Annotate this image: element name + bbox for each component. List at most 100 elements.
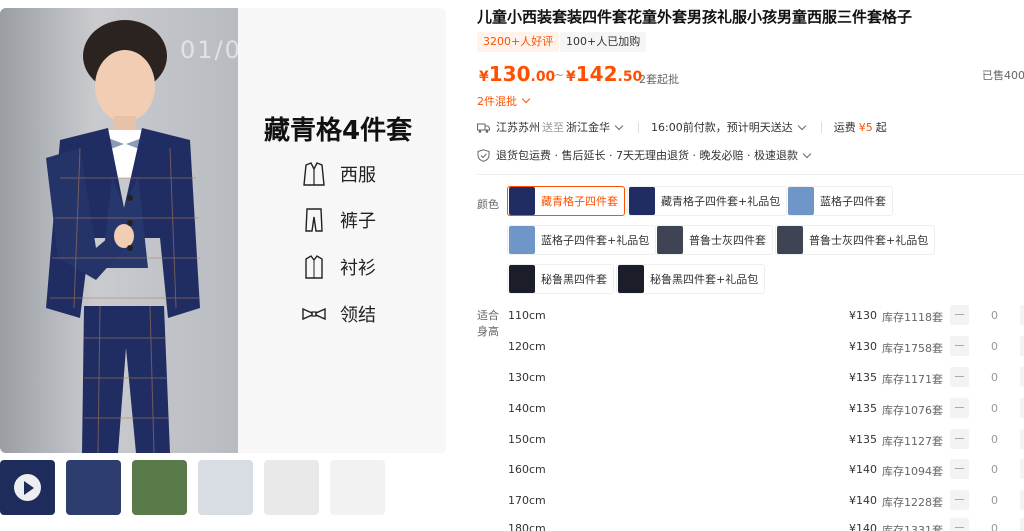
size-value: 170cm [508, 494, 546, 507]
size-row: 150cm ¥135 库存1127套 0 [508, 429, 1024, 451]
shipping-fee-label: 运费 [833, 121, 856, 134]
size-value: 150cm [508, 433, 546, 446]
size-value: 140cm [508, 402, 546, 415]
quantity-input[interactable]: 0 [991, 433, 998, 446]
size-row: 130cm ¥135 库存1171套 0 [508, 367, 1024, 389]
decrease-quantity-button[interactable] [950, 429, 969, 449]
mixed-batch-dropdown[interactable]: 2件混批 [477, 93, 533, 109]
decrease-quantity-button[interactable] [950, 459, 969, 479]
size-stock: 库存1171套 [882, 373, 943, 386]
color-thumbnail [618, 265, 644, 293]
service-guarantees: 退货包运费 · 售后延长 · 7天无理由退货 · 晚发必赔 · 极速退款 [496, 149, 798, 162]
size-row: 160cm ¥140 库存1094套 0 [508, 459, 1024, 481]
decrease-quantity-button[interactable] [950, 490, 969, 510]
color-thumbnail [777, 226, 803, 254]
increase-quantity-button[interactable] [1020, 429, 1024, 449]
decrease-quantity-button[interactable] [950, 336, 969, 356]
quantity-input[interactable]: 0 [991, 522, 998, 531]
color-thumbnail [788, 187, 814, 215]
color-thumbnail [629, 187, 655, 215]
service-row[interactable]: 退货包运费 · 售后延长 · 7天无理由退货 · 晚发必赔 · 极速退款 [477, 147, 814, 163]
decrease-quantity-button[interactable] [950, 518, 969, 531]
quantity-input[interactable]: 0 [991, 402, 998, 415]
thumbnail-image[interactable] [198, 460, 253, 515]
size-price: ¥135 [849, 433, 877, 446]
min-order-quantity: 2套起批 [639, 73, 679, 86]
color-thumbnail [657, 226, 683, 254]
size-stock: 库存1118套 [882, 311, 943, 324]
ship-to-selector[interactable]: 浙江金华 [566, 119, 610, 135]
thumbnail-strip [0, 460, 385, 515]
color-option[interactable]: 普鲁士灰四件套 [655, 225, 773, 255]
increase-quantity-button[interactable] [1020, 490, 1024, 510]
size-value: 180cm [508, 522, 546, 531]
set-item-jacket: 西服 [302, 161, 376, 187]
delivery-estimate[interactable]: 16:00前付款，预计明天送达 [651, 119, 793, 135]
main-product-image[interactable]: 01/01/20 [0, 8, 446, 453]
thumbnail-image[interactable] [330, 460, 385, 515]
size-value: 120cm [508, 340, 546, 353]
quantity-input[interactable]: 0 [991, 371, 998, 384]
decrease-quantity-button[interactable] [950, 398, 969, 418]
color-option[interactable]: 蓝格子四件套+礼品包 [507, 225, 657, 255]
quantity-input[interactable]: 0 [991, 494, 998, 507]
thumbnail-image[interactable] [132, 460, 187, 515]
color-option[interactable]: 蓝格子四件套 [786, 186, 893, 216]
divider [820, 121, 822, 133]
increase-quantity-button[interactable] [1020, 398, 1024, 418]
size-price: ¥140 [849, 522, 877, 531]
color-option[interactable]: 普鲁士灰四件套+礼品包 [775, 225, 936, 255]
price-high: ¥142.50 [566, 62, 643, 86]
sold-count: 已售400 [982, 69, 1024, 82]
set-item-label: 西服 [340, 165, 376, 186]
shipping-fee-suffix: 起 [875, 121, 887, 134]
set-item-label: 领结 [340, 305, 376, 326]
size-value: 160cm [508, 463, 546, 476]
shield-icon [477, 148, 490, 162]
truck-icon [477, 123, 490, 133]
color-option[interactable]: 藏青格子四件套+礼品包 [627, 186, 788, 216]
increase-quantity-button[interactable] [1020, 518, 1024, 531]
thumbnail-image[interactable] [66, 460, 121, 515]
color-thumbnail [509, 265, 535, 293]
size-value: 110cm [508, 309, 546, 322]
ship-from: 江苏苏州 [496, 121, 540, 134]
price-range-separator: ~ [554, 68, 565, 82]
color-thumbnail [509, 226, 535, 254]
color-option[interactable]: 秘鲁黑四件套+礼品包 [616, 264, 766, 294]
size-label: 适合身高 [477, 309, 499, 338]
shipping-fee-value: ¥5 [858, 120, 873, 134]
size-stock: 库存1094套 [882, 465, 943, 478]
quantity-input[interactable]: 0 [991, 340, 998, 353]
increase-quantity-button[interactable] [1020, 305, 1024, 325]
decrease-quantity-button[interactable] [950, 305, 969, 325]
divider [638, 121, 639, 133]
thumbnail-video[interactable] [0, 460, 55, 515]
color-option[interactable]: 秘鲁黑四件套 [507, 264, 614, 294]
thumbnail-image[interactable] [264, 460, 319, 515]
chevron-down-icon [797, 121, 806, 130]
quantity-input[interactable]: 0 [991, 309, 998, 322]
size-stock: 库存1228套 [882, 496, 943, 509]
increase-quantity-button[interactable] [1020, 367, 1024, 387]
cart-count-tag: 100+人已加购 [560, 32, 647, 52]
size-row: 120cm ¥130 库存1758套 0 [508, 336, 1024, 358]
product-title: 儿童小西装套装四件套花童外套男孩礼服小孩男童西服三件套格子 [477, 8, 913, 26]
size-price: ¥135 [849, 402, 877, 415]
size-stock: 库存1127套 [882, 435, 943, 448]
price-low: ¥130.00 [479, 62, 556, 86]
set-item-pants: 裤子 [302, 207, 376, 233]
section-divider [477, 174, 1024, 175]
reviews-tag[interactable]: 3200+人好评 [477, 32, 560, 52]
increase-quantity-button[interactable] [1020, 459, 1024, 479]
size-row: 140cm ¥135 库存1076套 0 [508, 398, 1024, 420]
decrease-quantity-button[interactable] [950, 367, 969, 387]
size-price: ¥130 [849, 340, 877, 353]
increase-quantity-button[interactable] [1020, 336, 1024, 356]
size-price: ¥135 [849, 371, 877, 384]
set-item-label: 裤子 [340, 211, 376, 232]
size-row: 110cm ¥130 库存1118套 0 [508, 305, 1024, 327]
color-option[interactable]: 藏青格子四件套 [507, 186, 625, 216]
size-stock: 库存1758套 [882, 342, 943, 355]
quantity-input[interactable]: 0 [991, 463, 998, 476]
